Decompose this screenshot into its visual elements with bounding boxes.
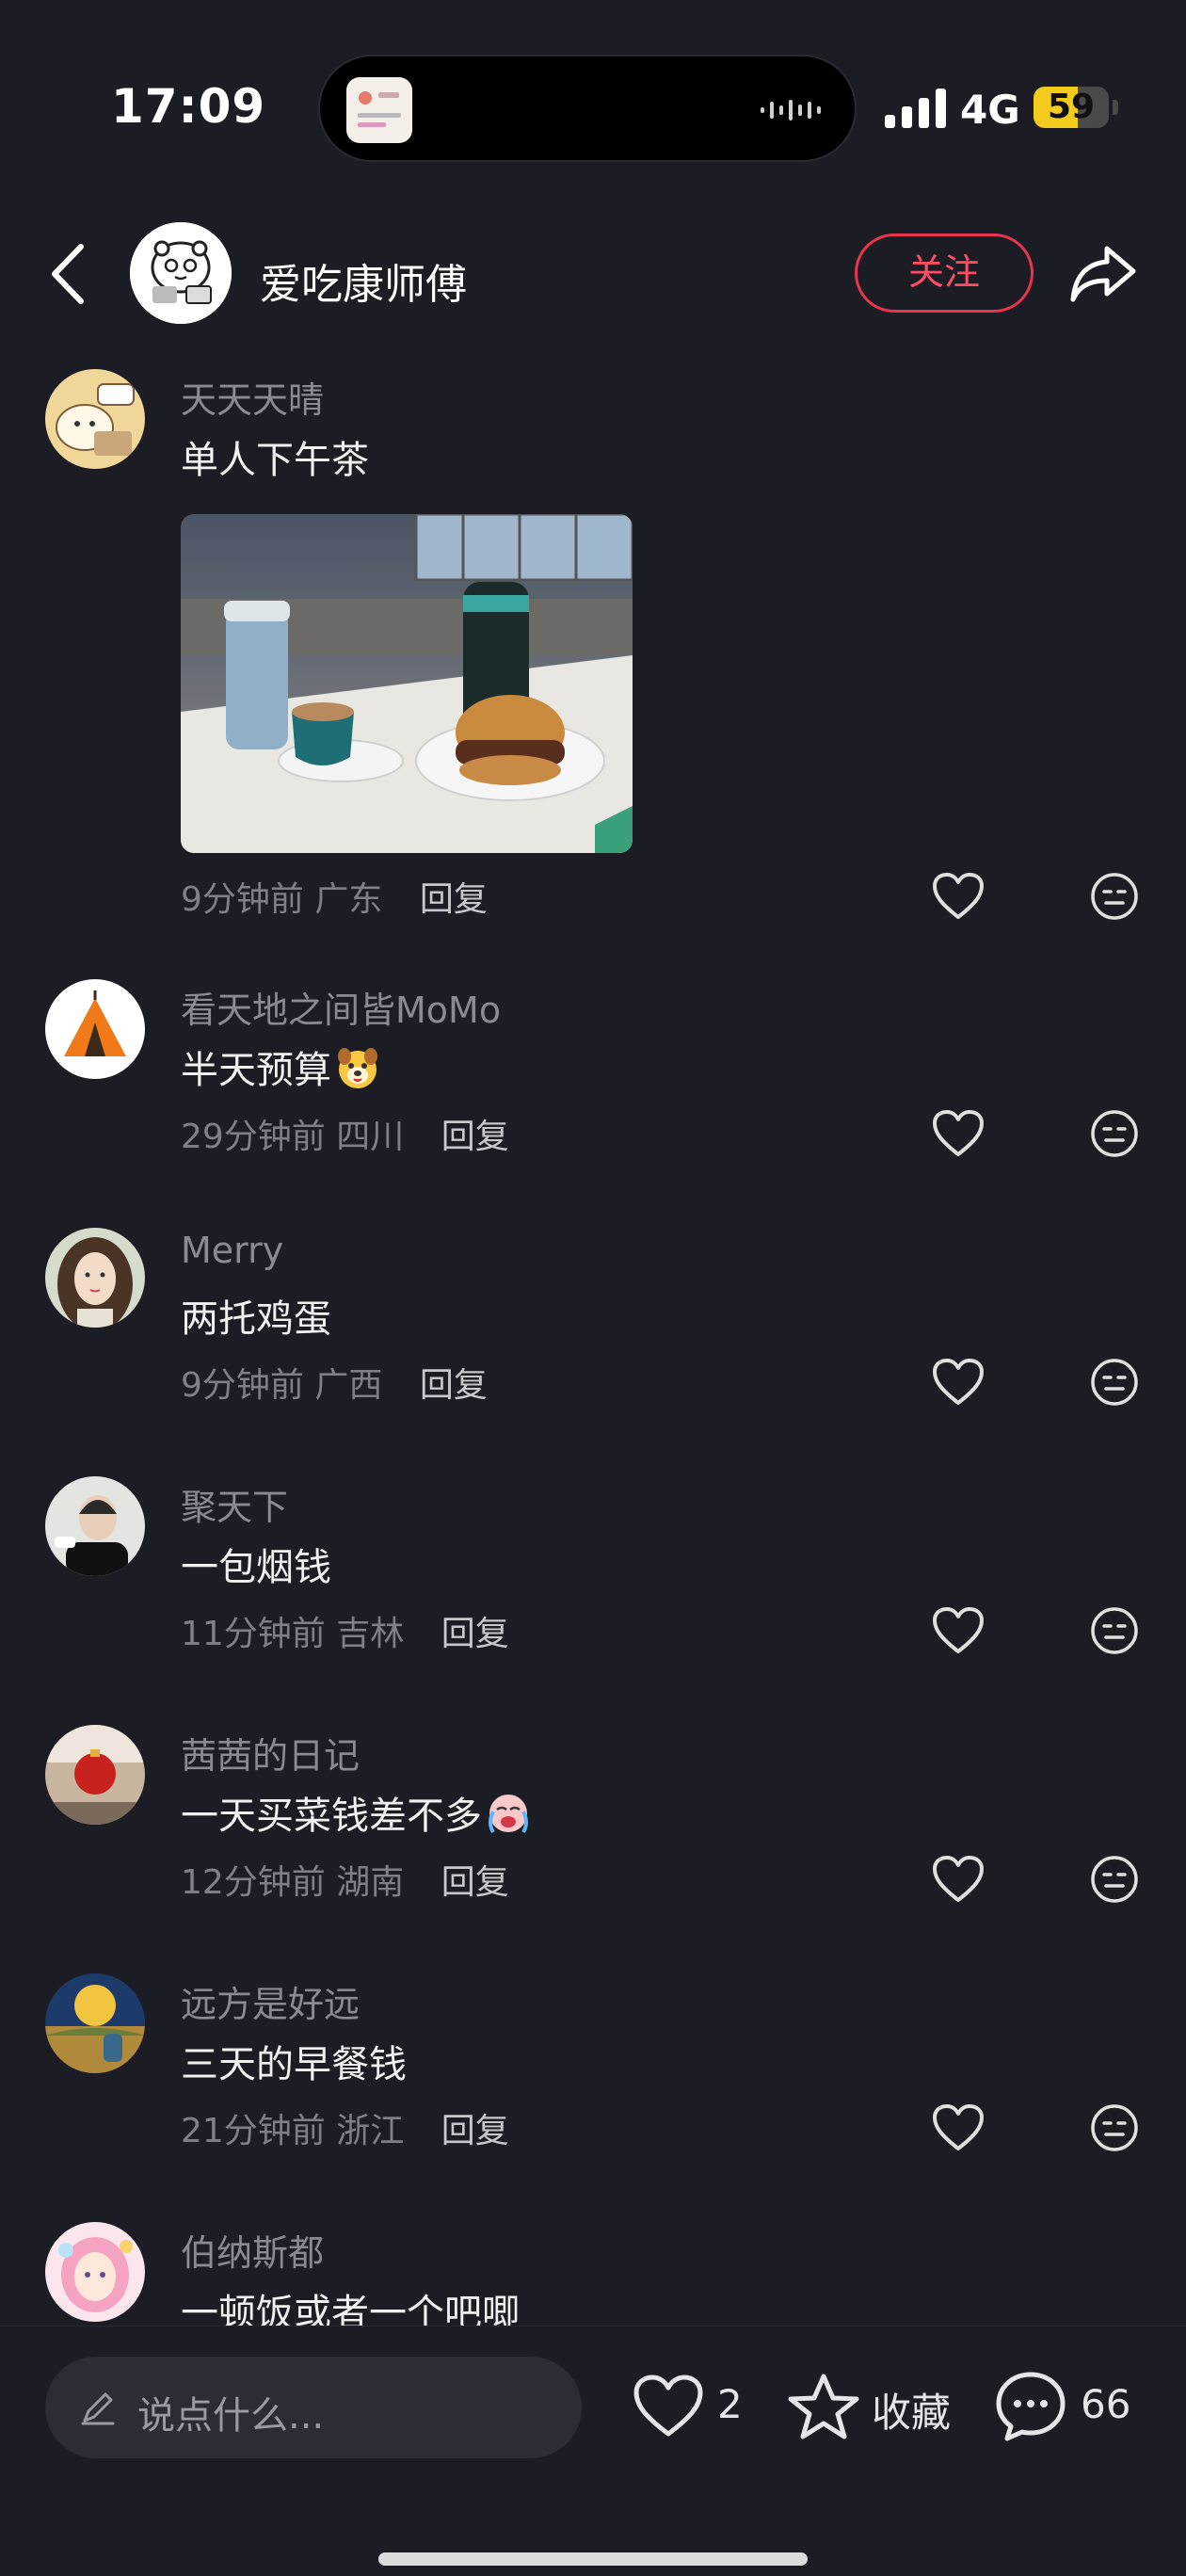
comment-time: 21分钟前 <box>181 2112 326 2150</box>
comment-text[interactable]: 半天预算 <box>181 1039 380 1094</box>
dog-emoji-icon <box>338 1048 377 1088</box>
comment-text[interactable]: 一顿饭或者一个吧唧 <box>181 2282 520 2326</box>
comment-list[interactable]: 天天天晴 单人下午茶 9分钟前 广东 回复 看天地之间皆MoMo 半天预算 29… <box>0 358 1186 2326</box>
user-avatar[interactable] <box>45 979 145 1079</box>
comment-username[interactable]: 伯纳斯都 <box>181 2224 324 2276</box>
comment-username[interactable]: 远方是好远 <box>181 1975 360 2027</box>
dynamic-island <box>318 55 857 162</box>
reply-button[interactable]: 回复 <box>420 1366 488 1405</box>
comment-time: 11分钟前 <box>181 1615 326 1653</box>
comment-meta: 21分钟前 浙江 回复 <box>181 2103 509 2152</box>
comment-time: 9分钟前 <box>181 880 304 919</box>
favorite-label[interactable]: 收藏 <box>872 2381 951 2439</box>
like-count[interactable]: 2 <box>717 2381 743 2427</box>
comment-meta: 12分钟前 湖南 回复 <box>181 1855 509 1904</box>
like-heart-icon[interactable] <box>633 2374 704 2439</box>
comment-time: 12分钟前 <box>181 1863 326 1902</box>
reply-button[interactable]: 回复 <box>441 1118 509 1156</box>
user-avatar[interactable] <box>45 369 145 469</box>
meh-face-icon[interactable] <box>1090 1855 1139 1904</box>
comment-meta: 11分钟前 吉林 回复 <box>181 1606 509 1655</box>
comment-meta: 9分钟前 广东 回复 <box>181 872 488 921</box>
heart-icon[interactable] <box>932 1109 985 1158</box>
follow-button[interactable]: 关注 <box>855 233 1034 313</box>
comment-username[interactable]: 看天地之间皆MoMo <box>181 981 501 1033</box>
battery-percent: 59 <box>1047 88 1096 126</box>
crying-emoji-icon <box>489 1795 528 1834</box>
comment-text[interactable]: 一包烟钱 <box>181 1537 331 1591</box>
heart-icon[interactable] <box>932 1606 985 1655</box>
comment-bubble-icon[interactable] <box>994 2370 1067 2443</box>
user-avatar[interactable] <box>45 1476 145 1576</box>
comment-text[interactable]: 一天买菜钱差不多 <box>181 1785 531 1840</box>
author-avatar[interactable] <box>130 222 232 324</box>
comment-input-placeholder: 说点什么... <box>137 2394 325 2438</box>
reply-button[interactable]: 回复 <box>441 1615 509 1653</box>
comment-region: 吉林 <box>336 1615 405 1653</box>
status-time: 17:09 <box>111 79 266 134</box>
meh-face-icon[interactable] <box>1090 2103 1139 2152</box>
comment-username[interactable]: 聚天下 <box>181 1478 288 1530</box>
heart-icon[interactable] <box>932 2103 985 2152</box>
user-avatar[interactable] <box>45 1973 145 2073</box>
comment-text-content: 一天买菜钱差不多 <box>181 1795 482 1838</box>
comment-time: 29分钟前 <box>181 1118 326 1156</box>
comment-username[interactable]: 茜茜的日记 <box>181 1727 360 1779</box>
comment-region: 广东 <box>314 880 383 919</box>
bottom-action-bar: 说点什么... 2 收藏 66 <box>0 2326 1186 2576</box>
back-button[interactable] <box>47 243 90 305</box>
meh-face-icon[interactable] <box>1090 1606 1139 1655</box>
comment-time: 9分钟前 <box>181 1366 304 1405</box>
reply-button[interactable]: 回复 <box>441 1863 509 1902</box>
meh-face-icon[interactable] <box>1090 1109 1139 1158</box>
reply-button[interactable]: 回复 <box>441 2112 509 2150</box>
comment-region: 四川 <box>336 1118 405 1156</box>
comment-text[interactable]: 三天的早餐钱 <box>181 2034 407 2088</box>
network-type: 4G <box>960 87 1020 133</box>
cellular-signal-icon <box>885 89 946 128</box>
heart-icon[interactable] <box>932 1855 985 1904</box>
battery-tip <box>1113 100 1118 115</box>
pen-icon <box>81 2392 115 2425</box>
reply-button[interactable]: 回复 <box>420 880 488 919</box>
comment-text-content: 半天预算 <box>181 1049 331 1092</box>
comment-region: 广西 <box>314 1366 383 1405</box>
battery-icon: 59 <box>1034 87 1109 128</box>
comment-username[interactable]: Merry <box>181 1230 283 1271</box>
comment-text[interactable]: 单人下午茶 <box>181 429 369 484</box>
comment-username[interactable]: 天天天晴 <box>181 371 324 423</box>
home-indicator <box>378 2552 808 2566</box>
heart-icon[interactable] <box>932 872 985 921</box>
meh-face-icon[interactable] <box>1090 872 1139 921</box>
comment-input[interactable]: 说点什么... <box>45 2357 582 2458</box>
user-avatar[interactable] <box>45 1228 145 1328</box>
comment-meta: 9分钟前 广西 回复 <box>181 1358 488 1407</box>
comment-count[interactable]: 66 <box>1081 2381 1130 2427</box>
meh-face-icon[interactable] <box>1090 1358 1139 1407</box>
comment-text[interactable]: 两托鸡蛋 <box>181 1288 331 1343</box>
comment-region: 浙江 <box>336 2112 405 2150</box>
author-name[interactable]: 爱吃康师傅 <box>260 250 467 311</box>
share-icon[interactable] <box>1069 243 1137 303</box>
user-avatar[interactable] <box>45 1725 145 1825</box>
audio-wave-icon <box>761 100 821 121</box>
comment-region: 湖南 <box>336 1863 405 1902</box>
app-thumbnail-icon <box>346 77 412 143</box>
user-avatar[interactable] <box>45 2222 145 2322</box>
comment-photo[interactable] <box>181 514 633 853</box>
star-icon[interactable] <box>787 2372 860 2441</box>
heart-icon[interactable] <box>932 1358 985 1407</box>
comment-meta: 29分钟前 四川 回复 <box>181 1109 509 1158</box>
